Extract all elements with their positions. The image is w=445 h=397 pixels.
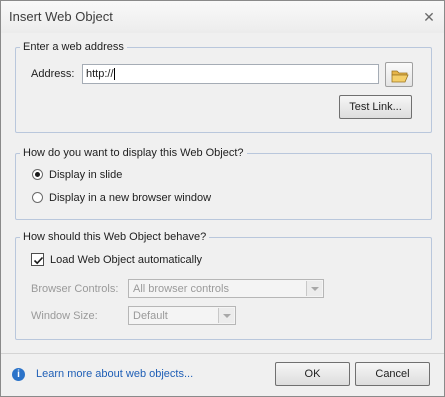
checkmark-icon [33,256,44,265]
display-in-slide-label[interactable]: Display in slide [49,169,122,181]
address-value: http:// [86,68,114,80]
insert-web-object-dialog: Insert Web Object ✕ Enter a web address … [0,0,445,397]
learn-more-link[interactable]: Learn more about web objects... [36,368,193,380]
dialog-title: Insert Web Object [9,9,113,24]
load-automatically-checkbox[interactable] [31,253,44,266]
browser-controls-label: Browser Controls: [31,283,119,295]
close-icon[interactable]: ✕ [421,9,437,25]
cancel-button[interactable]: Cancel [355,362,430,386]
browse-button[interactable] [385,62,413,87]
browser-controls-value: All browser controls [133,283,229,295]
behave-group-legend: How should this Web Object behave? [23,231,207,243]
chevron-down-icon [306,281,322,296]
load-automatically-label[interactable]: Load Web Object automatically [50,254,202,266]
browser-controls-select[interactable]: All browser controls [128,279,324,298]
display-in-slide-radio[interactable] [32,169,43,180]
window-size-select[interactable]: Default [128,306,236,325]
info-icon: i [12,368,25,381]
test-link-button[interactable]: Test Link... [339,95,412,119]
address-group-legend: Enter a web address [23,41,124,53]
window-size-label: Window Size: [31,310,98,322]
window-size-value: Default [133,310,168,322]
display-in-browser-radio[interactable] [32,192,43,203]
folder-open-icon [391,70,409,83]
ok-button[interactable]: OK [275,362,350,386]
display-group-legend: How do you want to display this Web Obje… [23,147,244,159]
address-input[interactable]: http:// [82,64,379,84]
display-in-browser-label[interactable]: Display in a new browser window [49,192,211,204]
chevron-down-icon [218,308,234,323]
title-bar: Insert Web Object ✕ [1,1,444,33]
address-label: Address: [31,68,75,80]
display-group: How do you want to display this Web Obje… [15,147,432,220]
address-group: Enter a web address [15,41,432,133]
